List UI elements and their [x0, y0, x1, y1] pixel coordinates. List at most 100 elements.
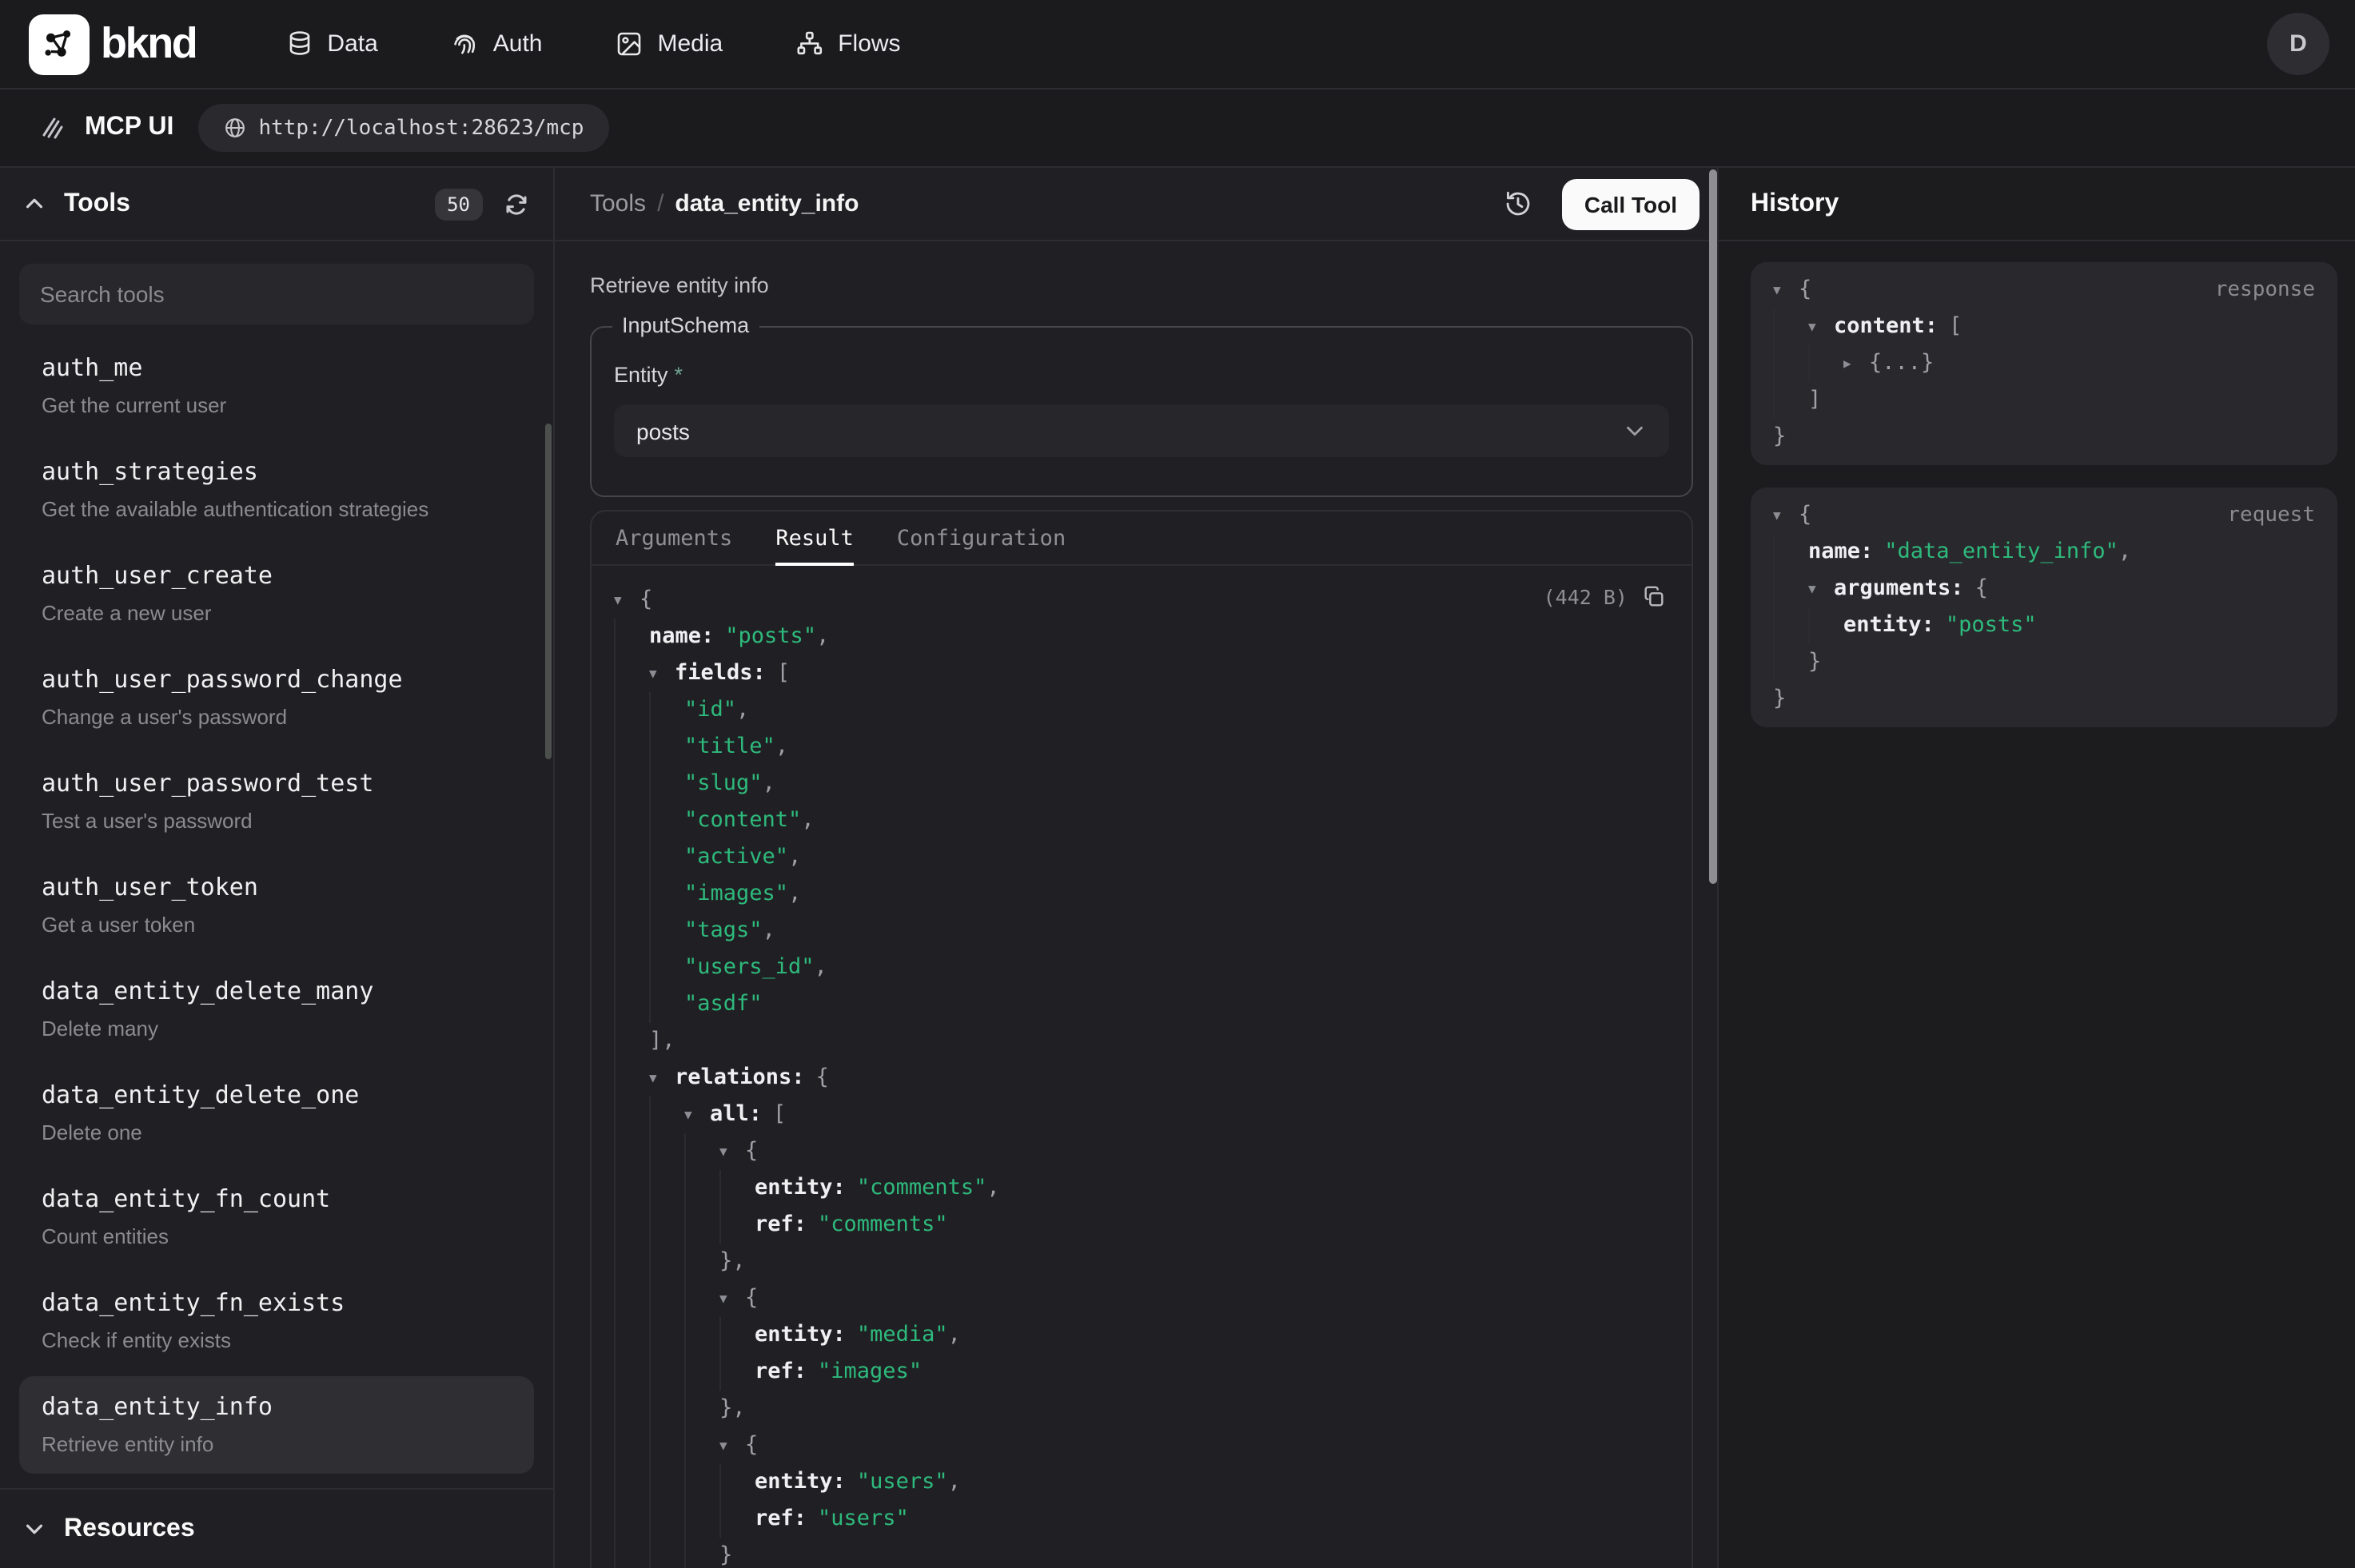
collapse-toggle-icon[interactable]: ▼: [1773, 497, 1799, 534]
indent-guide: [614, 1244, 649, 1280]
tool-description: Change a user's password: [42, 705, 512, 730]
tab-arguments[interactable]: Arguments: [616, 511, 732, 564]
tool-detail-header: Tools / data_entity_info Call Tool: [555, 168, 1717, 241]
tool-list-item-auth_me[interactable]: auth_meGet the current user: [19, 337, 534, 435]
image-icon: [616, 30, 644, 58]
nav-item-data[interactable]: Data: [285, 30, 377, 58]
expand-toggle-icon[interactable]: ▶: [1843, 345, 1869, 382]
indent-guide: [614, 1096, 649, 1133]
indent-guide: [684, 1464, 719, 1501]
tool-list-item-data_entity_info[interactable]: data_entity_infoRetrieve entity info: [19, 1376, 534, 1474]
json-punctuation: ,: [948, 1317, 961, 1354]
tool-list-item-auth_strategies[interactable]: auth_strategiesGet the available authent…: [19, 441, 534, 539]
nav-item-auth[interactable]: Auth: [452, 30, 543, 58]
indent-guide: [614, 729, 649, 766]
indent-guide: [684, 1538, 719, 1568]
json-string: "users": [857, 1464, 948, 1501]
json-punctuation: ,: [788, 876, 801, 913]
collapse-toggle-icon[interactable]: ▼: [719, 1133, 745, 1170]
tools-section-header[interactable]: Tools 50: [0, 168, 553, 241]
history-entry-request[interactable]: request▼{name:"data_entity_info",▼argume…: [1751, 488, 2337, 727]
json-string: "content": [684, 802, 801, 839]
nav-item-flows[interactable]: Flows: [796, 30, 900, 58]
tool-list-item-data_entity_fn_count[interactable]: data_entity_fn_countCount entities: [19, 1168, 534, 1266]
refresh-tools-button[interactable]: [499, 186, 534, 221]
indent-guide: [684, 1354, 719, 1391]
json-punctuation: ,: [948, 1464, 961, 1501]
sidebar-scrollbar[interactable]: [545, 424, 552, 759]
json-punctuation: {: [745, 1280, 758, 1317]
json-key: entity:: [755, 1170, 846, 1207]
history-list: response▼{▼content:[▶{...}]} request▼{nam…: [1719, 241, 2355, 727]
user-avatar[interactable]: D: [2267, 13, 2329, 75]
search-input[interactable]: [19, 264, 534, 324]
tool-name: data_entity_info: [42, 1392, 512, 1423]
collapse-toggle-icon[interactable]: ▼: [649, 1060, 675, 1096]
collapse-toggle-icon[interactable]: ▼: [719, 1427, 745, 1464]
collapse-toggle-icon[interactable]: ▼: [719, 1280, 745, 1317]
call-tool-button[interactable]: Call Tool: [1562, 178, 1700, 229]
history-entry-response[interactable]: response▼{▼content:[▶{...}]}: [1751, 262, 2337, 465]
json-line: }: [1773, 644, 2315, 681]
tool-list: auth_meGet the current userauth_strategi…: [19, 337, 534, 1474]
tool-list-item-data_entity_delete_many[interactable]: data_entity_delete_manyDelete many: [19, 961, 534, 1058]
tool-list-item-auth_user_create[interactable]: auth_user_createCreate a new user: [19, 545, 534, 643]
tool-list-item-auth_user_token[interactable]: auth_user_tokenGet a user token: [19, 857, 534, 954]
json-line: ▼all:[: [614, 1096, 1666, 1133]
json-line: }: [614, 1538, 1666, 1568]
nav-item-media[interactable]: Media: [616, 30, 723, 58]
history-toggle-button[interactable]: [1498, 183, 1540, 225]
collapse-toggle-icon[interactable]: ▼: [684, 1096, 710, 1133]
indent-guide: [649, 876, 684, 913]
copy-icon[interactable]: [1642, 585, 1666, 609]
tool-list-item-auth_user_password_change[interactable]: auth_user_password_changeChange a user's…: [19, 649, 534, 746]
indent-guide: [614, 986, 649, 1023]
indent-guide: [614, 1464, 649, 1501]
indent-guide: [649, 1280, 684, 1317]
json-line: ▼content:[: [1773, 308, 2315, 345]
indent-guide: [649, 1391, 684, 1427]
json-line: ▼fields:[: [614, 655, 1666, 692]
content-scrollbar[interactable]: [1709, 169, 1717, 884]
input-schema-fieldset: InputSchema Entity* posts: [590, 326, 1693, 497]
collapse-toggle-icon[interactable]: ▼: [1773, 272, 1799, 308]
collapse-toggle-icon[interactable]: ▼: [649, 655, 675, 692]
json-string: "users": [818, 1501, 909, 1538]
indent-guide: [649, 1354, 684, 1391]
bknd-logo[interactable]: bknd: [29, 14, 196, 74]
tool-name: auth_strategies: [42, 457, 512, 488]
indent-guide: [1773, 607, 1808, 644]
tool-description: Create a new user: [42, 601, 512, 627]
indent-guide: [649, 692, 684, 729]
tool-name: data_entity_fn_count: [42, 1184, 512, 1215]
indent-guide: [614, 802, 649, 839]
tool-list-item-data_entity_delete_one[interactable]: data_entity_delete_oneDelete one: [19, 1065, 534, 1162]
nav-item-label: Auth: [493, 30, 543, 58]
indent-guide: [614, 1280, 649, 1317]
collapse-toggle-icon[interactable]: ▼: [1808, 571, 1834, 607]
indent-guide: [614, 655, 649, 692]
json-key: all:: [710, 1096, 762, 1133]
workflow-icon: [796, 30, 823, 58]
tool-list-item-auth_user_password_test[interactable]: auth_user_password_testTest a user's pas…: [19, 753, 534, 850]
indent-guide: [1773, 308, 1808, 345]
tool-detail-body: Retrieve entity info InputSchema Entity*…: [555, 241, 1717, 1568]
json-punctuation: {: [640, 582, 652, 619]
resources-section-header[interactable]: Resources: [0, 1488, 553, 1568]
entity-select[interactable]: posts: [614, 404, 1669, 457]
collapse-toggle-icon[interactable]: ▼: [614, 582, 640, 619]
tab-configuration[interactable]: Configuration: [897, 511, 1066, 564]
json-punctuation: {: [1799, 497, 1811, 534]
tab-result[interactable]: Result: [775, 511, 854, 564]
json-punctuation: [: [777, 655, 790, 692]
collapse-toggle-icon[interactable]: ▼: [1808, 308, 1834, 345]
indent-guide: [614, 1133, 649, 1170]
json-punctuation: ,: [736, 692, 749, 729]
tab-bar: Arguments Result Configuration: [592, 511, 1692, 566]
json-key: arguments:: [1834, 571, 1964, 607]
server-url-pill[interactable]: http://localhost:28623/mcp: [197, 104, 609, 152]
breadcrumb-root[interactable]: Tools: [590, 190, 646, 217]
indent-guide: [649, 949, 684, 986]
json-punctuation: {: [816, 1060, 829, 1096]
tool-list-item-data_entity_fn_exists[interactable]: data_entity_fn_existsCheck if entity exi…: [19, 1272, 534, 1370]
